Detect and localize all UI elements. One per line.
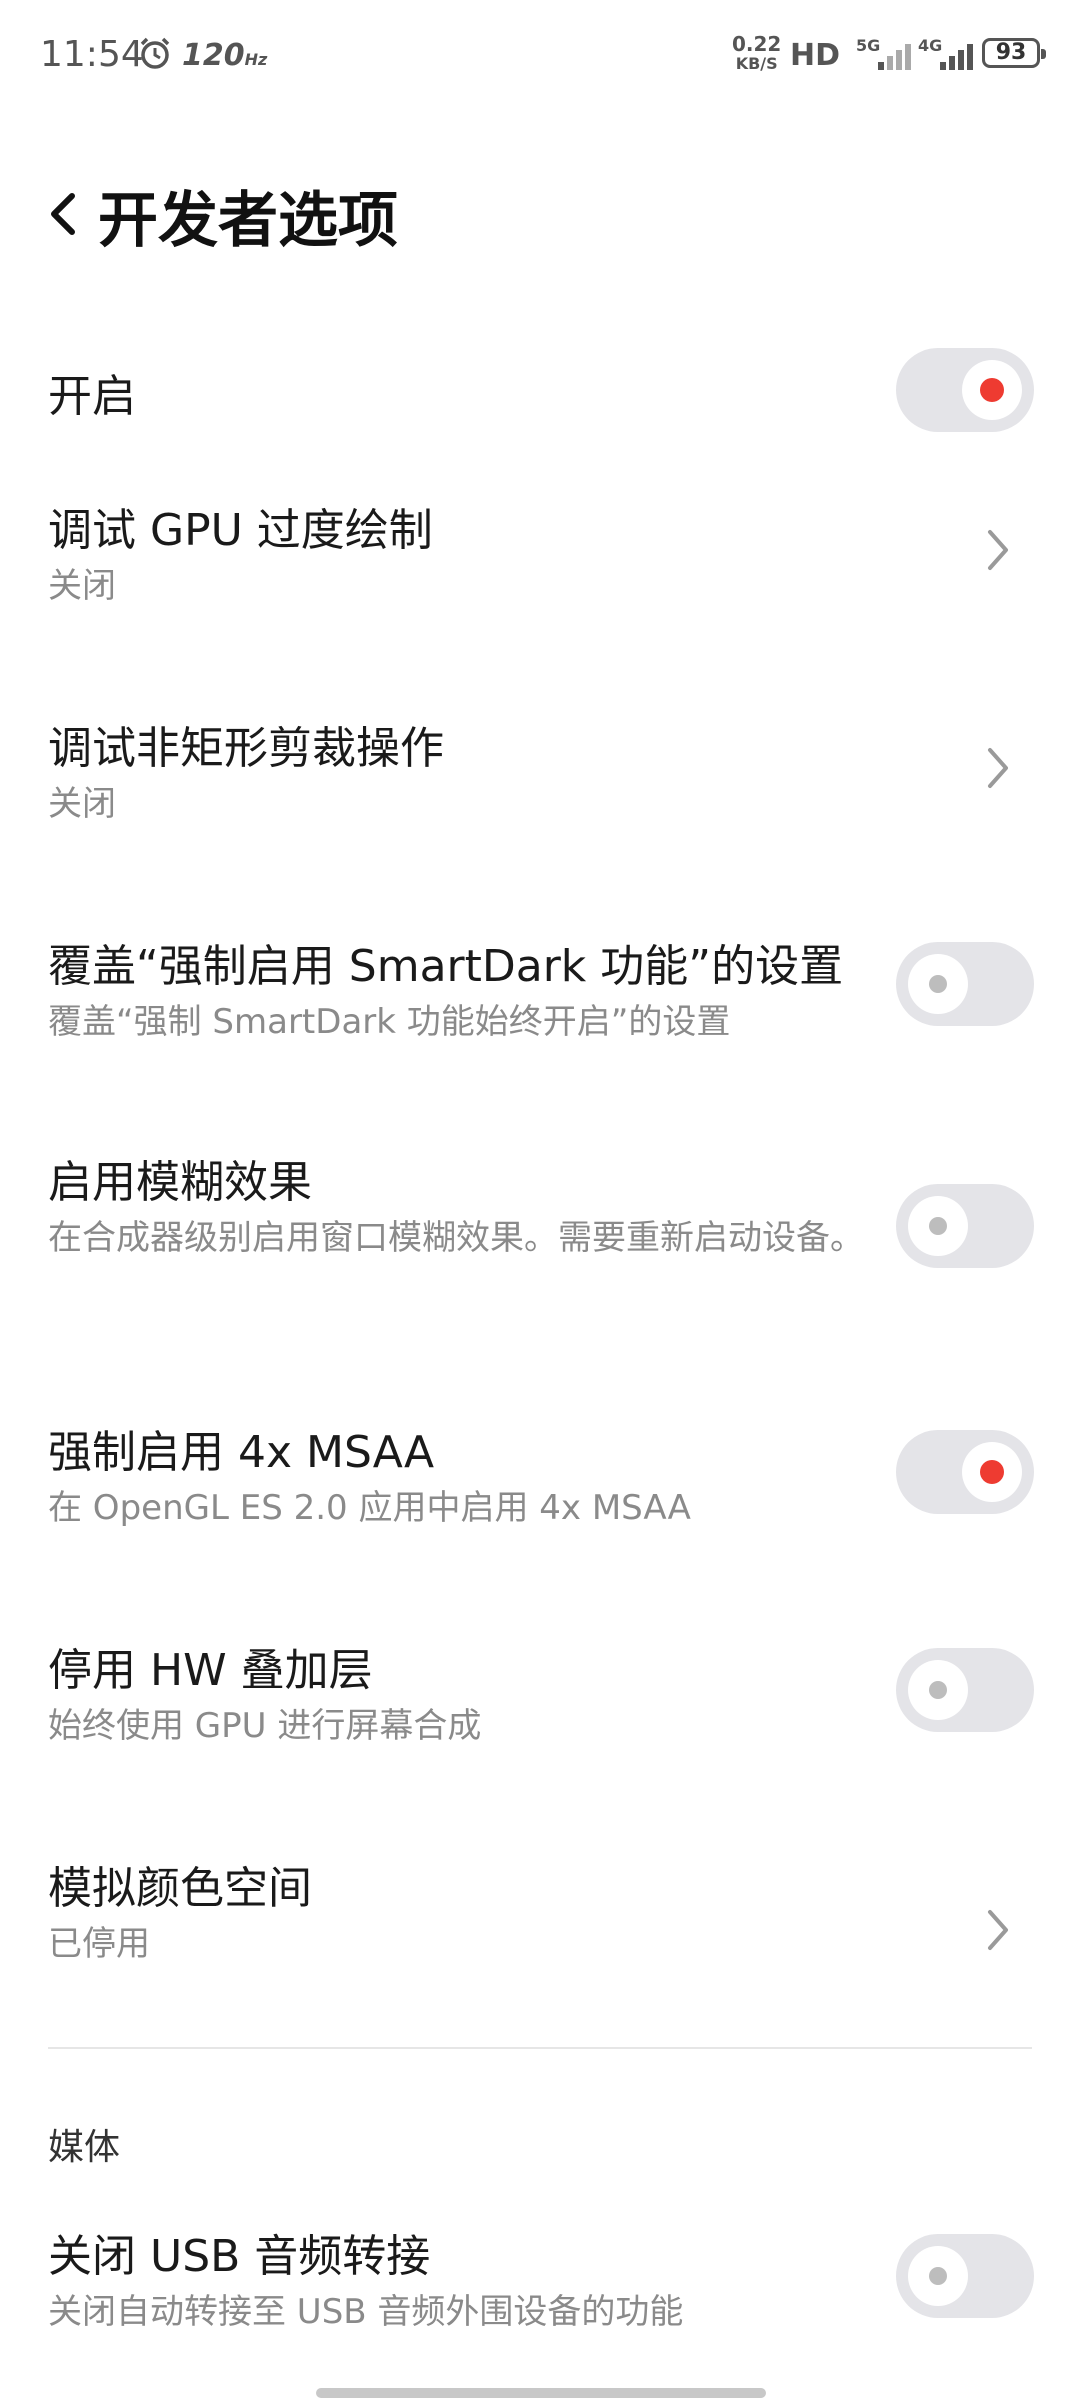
- setting-row-gpu-overdraw[interactable]: 调试 GPU 过度绘制 关闭: [0, 488, 1080, 648]
- status-time: 11:54: [40, 34, 144, 75]
- setting-row-smartdark-override[interactable]: 覆盖“强制启用 SmartDark 功能”的设置 覆盖“强制 SmartDark…: [0, 924, 1080, 1084]
- setting-row-blur-effect[interactable]: 启用模糊效果 在合成器级别启用窗口模糊效果。需要重新启动设备。: [0, 1142, 1080, 1342]
- signal-5g-icon: 5G: [856, 36, 916, 72]
- hd-voice-indicator: HD: [790, 38, 841, 73]
- setting-subtitle: 关闭自动转接至 USB 音频外围设备的功能: [48, 2292, 684, 2332]
- chevron-right-icon: [988, 530, 1008, 570]
- toggle-switch[interactable]: [896, 1430, 1034, 1514]
- chevron-right-icon: [988, 1910, 1008, 1950]
- setting-title: 调试 GPU 过度绘制: [48, 505, 433, 556]
- setting-title: 模拟颜色空间: [48, 1863, 312, 1914]
- app-header: 开发者选项: [0, 160, 1080, 270]
- setting-subtitle: 关闭: [48, 784, 116, 824]
- home-indicator[interactable]: [316, 2388, 766, 2398]
- setting-row-disable-usb-audio-routing[interactable]: 关闭 USB 音频转接 关闭自动转接至 USB 音频外围设备的功能: [0, 2220, 1080, 2380]
- setting-title: 开启: [48, 371, 136, 422]
- page-title: 开发者选项: [98, 186, 398, 256]
- setting-row-disable-hw-overlays[interactable]: 停用 HW 叠加层 始终使用 GPU 进行屏幕合成: [0, 1630, 1080, 1790]
- setting-row-developer-options-enable[interactable]: 开启: [0, 338, 1080, 438]
- status-bar: 11:54 120Hz 0.22 KB/S HD 5G 4G 93: [0, 0, 1080, 110]
- refresh-rate: 120Hz: [182, 38, 268, 73]
- alarm-clock-icon: [140, 37, 170, 69]
- section-divider: [48, 2047, 1032, 2049]
- battery-icon: 93: [982, 38, 1046, 68]
- toggle-switch[interactable]: [896, 1184, 1034, 1268]
- network-speed: 0.22 KB/S: [732, 32, 782, 73]
- setting-row-simulate-color-space[interactable]: 模拟颜色空间 已停用: [0, 1848, 1080, 2008]
- setting-title: 覆盖“强制启用 SmartDark 功能”的设置: [48, 941, 844, 992]
- toggle-knob: [908, 1196, 968, 1256]
- setting-subtitle: 关闭: [48, 566, 116, 606]
- chevron-left-icon[interactable]: [40, 182, 84, 246]
- setting-subtitle: 始终使用 GPU 进行屏幕合成: [48, 1706, 482, 1746]
- section-header-media: 媒体: [48, 2127, 121, 2168]
- setting-row-force-msaa[interactable]: 强制启用 4x MSAA 在 OpenGL ES 2.0 应用中启用 4x MS…: [0, 1412, 1080, 1572]
- setting-title: 关闭 USB 音频转接: [48, 2231, 431, 2282]
- setting-title: 调试非矩形剪裁操作: [48, 723, 444, 774]
- toggle-knob: [908, 954, 968, 1014]
- toggle-switch[interactable]: [896, 942, 1034, 1026]
- setting-subtitle: 已停用: [48, 1924, 150, 1964]
- chevron-right-icon: [988, 748, 1008, 788]
- toggle-knob: [962, 360, 1022, 420]
- toggle-switch[interactable]: [896, 2234, 1034, 2318]
- signal-4g-icon: 4G: [918, 36, 978, 72]
- toggle-knob: [908, 1660, 968, 1720]
- setting-title: 停用 HW 叠加层: [48, 1645, 373, 1696]
- setting-subtitle: 覆盖“强制 SmartDark 功能始终开启”的设置: [48, 1002, 731, 1042]
- setting-subtitle: 在合成器级别启用窗口模糊效果。需要重新启动设备。: [48, 1218, 864, 1258]
- toggle-switch[interactable]: [896, 348, 1034, 432]
- setting-subtitle: 在 OpenGL ES 2.0 应用中启用 4x MSAA: [48, 1488, 691, 1528]
- toggle-knob: [908, 2246, 968, 2306]
- setting-title: 启用模糊效果: [48, 1157, 312, 1208]
- battery-level: 93: [995, 40, 1027, 65]
- toggle-switch[interactable]: [896, 1648, 1034, 1732]
- toggle-knob: [962, 1442, 1022, 1502]
- setting-row-non-rect-clip[interactable]: 调试非矩形剪裁操作 关闭: [0, 706, 1080, 866]
- setting-title: 强制启用 4x MSAA: [48, 1427, 435, 1478]
